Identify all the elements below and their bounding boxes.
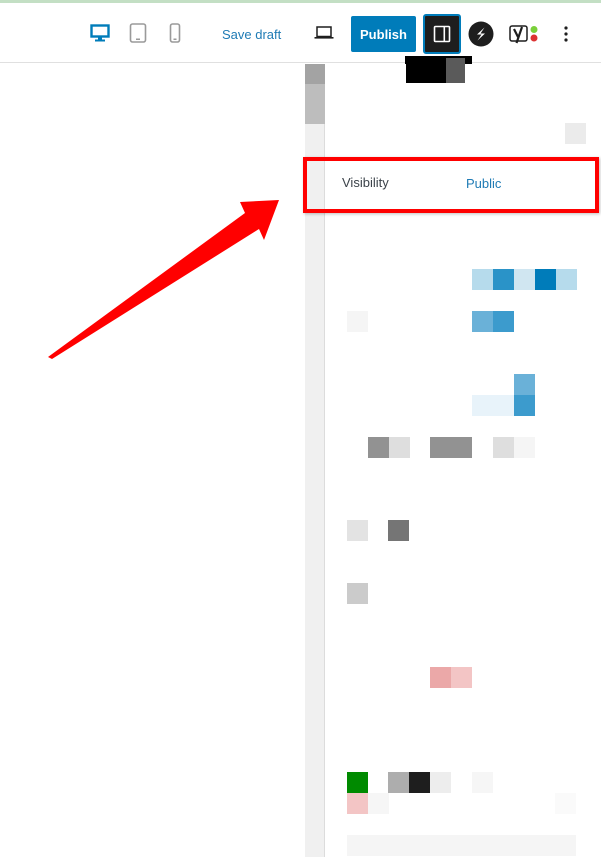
pixel-block: [493, 269, 514, 290]
device-mobile-button[interactable]: [163, 21, 187, 45]
more-options-button[interactable]: [556, 21, 576, 47]
pixel-block: [430, 667, 451, 688]
pixel-block: [493, 311, 514, 332]
scrollbar-thumb[interactable]: [305, 84, 325, 124]
device-tablet-button[interactable]: [126, 21, 150, 45]
editor-canvas[interactable]: [0, 64, 305, 857]
pixel-block: [388, 772, 409, 793]
pixel-block: [409, 772, 430, 793]
pixel-block: [388, 520, 409, 541]
pixel-block: [347, 520, 368, 541]
settings-sidebar: Visibility Public: [326, 58, 601, 857]
pixel-block: [347, 793, 368, 814]
pixel-block: [347, 311, 368, 332]
scrollbar[interactable]: [305, 64, 325, 857]
visibility-label: Visibility: [342, 175, 389, 190]
tablet-icon: [129, 23, 147, 43]
pixel-block: [389, 437, 410, 458]
publish-button[interactable]: Publish: [351, 16, 416, 52]
sidebar-toggle-icon: [433, 25, 451, 43]
yoast-seo-button[interactable]: [508, 21, 542, 47]
s-plugin-icon: [468, 21, 494, 47]
pixel-block: [493, 437, 514, 458]
pixel-block: [347, 583, 368, 604]
pixel-block: [472, 269, 493, 290]
pixel-block: [514, 395, 535, 416]
pixel-block: [472, 395, 514, 416]
scrollbar-arrow[interactable]: [305, 64, 325, 84]
more-vertical-icon: [564, 26, 568, 42]
pixel-block: [556, 269, 577, 290]
preview-button[interactable]: [312, 21, 336, 45]
settings-sidebar-toggle[interactable]: [423, 14, 461, 54]
desktop-icon: [90, 24, 110, 42]
yoast-seo-icon: [509, 25, 538, 44]
pixel-block: [514, 374, 535, 395]
pixel-block: [430, 772, 451, 793]
pixel-block: [347, 835, 576, 856]
pixel-block: [368, 437, 389, 458]
pixel-block: [514, 269, 535, 290]
pixel-block: [472, 772, 493, 793]
redacted-title: [406, 58, 446, 83]
redacted-title: [446, 58, 465, 83]
mobile-icon: [169, 23, 181, 43]
pixel-block: [555, 793, 576, 814]
editor-header: Save draft Publish: [0, 3, 601, 63]
s-plugin-button[interactable]: [468, 21, 494, 47]
redacted-control: [565, 123, 586, 144]
pixel-block: [451, 667, 472, 688]
pixel-block: [430, 437, 472, 458]
pixel-block: [368, 793, 389, 814]
save-draft-button[interactable]: Save draft: [222, 22, 281, 46]
device-desktop-button[interactable]: [88, 21, 112, 45]
pixel-block: [472, 311, 493, 332]
visibility-row[interactable]: Visibility Public: [326, 162, 601, 206]
pixel-block: [347, 772, 368, 793]
pixel-block: [535, 269, 556, 290]
visibility-value-button[interactable]: Public: [466, 176, 501, 191]
laptop-icon: [314, 26, 334, 39]
pixel-block: [514, 437, 535, 458]
